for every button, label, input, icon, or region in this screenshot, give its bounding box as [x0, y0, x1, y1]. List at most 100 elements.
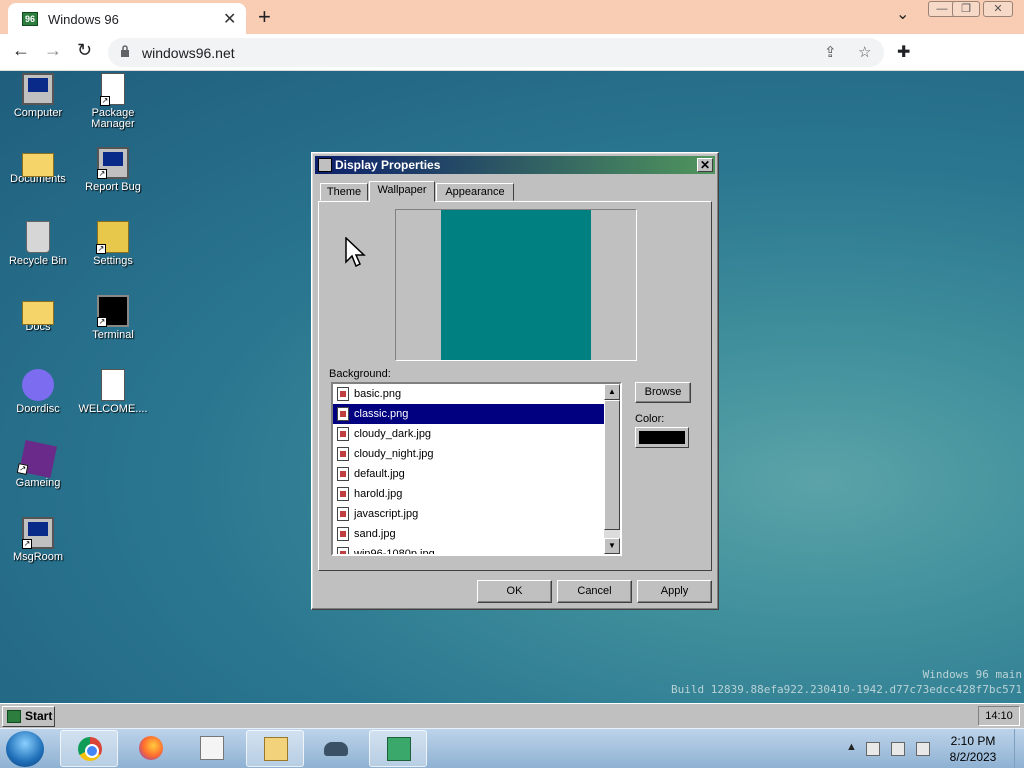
network-icon[interactable]: [891, 742, 905, 756]
tab-theme[interactable]: Theme: [320, 183, 368, 201]
taskbar-car-app[interactable]: [307, 730, 365, 767]
list-item[interactable]: cloudy_dark.jpg: [333, 424, 605, 444]
settings-icon: ↗: [96, 221, 129, 254]
tab-search-chevron-icon[interactable]: ⌄: [896, 4, 909, 24]
taskbar-paint[interactable]: [183, 730, 241, 767]
win96-taskbar: Start 14:10: [0, 703, 1024, 728]
desktop-icon-label: Report Bug: [85, 181, 141, 193]
list-item[interactable]: win96-1080p.jpg: [333, 544, 605, 556]
cancel-button[interactable]: Cancel: [557, 580, 632, 603]
desktop-icon-label: Settings: [93, 255, 133, 267]
image-file-icon: [337, 487, 349, 501]
desktop-icon-docs[interactable]: Docs: [1, 295, 75, 333]
desktop-icon-welcome[interactable]: WELCOME....: [76, 369, 150, 415]
scrollbar-thumb[interactable]: [604, 400, 620, 530]
color-label: Color:: [635, 413, 665, 425]
taskbar-chrome[interactable]: [60, 730, 118, 767]
taskbar-installer[interactable]: [369, 730, 427, 767]
list-item[interactable]: javascript.jpg: [333, 504, 605, 524]
list-item[interactable]: cloudy_night.jpg: [333, 444, 605, 464]
list-scrollbar[interactable]: ▲ ▼: [604, 384, 620, 554]
tab-appearance[interactable]: Appearance: [436, 183, 514, 201]
image-file-icon: [337, 507, 349, 521]
taskbar-firefox[interactable]: [122, 730, 180, 767]
extensions-icon[interactable]: ✚: [897, 42, 910, 62]
browse-button[interactable]: Browse: [635, 382, 691, 403]
window-titlebar[interactable]: Display Properties ✕: [315, 156, 715, 174]
background-file-list[interactable]: basic.png classic.png cloudy_dark.jpg cl…: [331, 382, 622, 556]
list-item-selected[interactable]: classic.png: [333, 404, 605, 424]
build-watermark-line1: Windows 96 main: [922, 668, 1022, 681]
desktop-icon-label: MsgRoom: [12, 551, 64, 563]
desktop-icon-gameing[interactable]: ↗ Gameing: [1, 440, 75, 489]
list-item[interactable]: sand.jpg: [333, 524, 605, 544]
address-bar[interactable]: windows96.net ⇪ ☆: [108, 38, 884, 67]
list-item[interactable]: basic.png: [333, 384, 605, 404]
desktop-icon-report-bug[interactable]: ↗ Report Bug: [76, 147, 150, 193]
desktop-icon-settings[interactable]: ↗ Settings: [76, 221, 150, 267]
image-file-icon: [337, 407, 349, 421]
color-picker-button[interactable]: [635, 427, 689, 448]
apply-button[interactable]: Apply: [637, 580, 712, 603]
taskbar-file-explorer[interactable]: [246, 730, 304, 767]
build-watermark-line2: Build 12839.88efa922.230410-1942.d77c73e…: [671, 683, 1022, 696]
tab-close-icon[interactable]: ✕: [223, 9, 236, 29]
scroll-up-arrow-icon[interactable]: ▲: [604, 384, 620, 400]
image-file-icon: [337, 527, 349, 541]
tab-title: Windows 96: [48, 12, 119, 27]
action-center-icon[interactable]: [866, 742, 880, 756]
scroll-down-arrow-icon[interactable]: ▼: [604, 538, 620, 554]
tab-wallpaper[interactable]: Wallpaper: [369, 181, 435, 202]
car-icon: [324, 742, 348, 756]
show-desktop-button[interactable]: [1014, 729, 1024, 768]
desktop-icon-label: Terminal: [92, 329, 134, 341]
desktop-icon-recycle-bin[interactable]: Recycle Bin: [1, 221, 75, 267]
image-file-icon: [337, 427, 349, 441]
desktop-icon-msgroom[interactable]: ↗ MsgRoom: [1, 517, 75, 563]
desktop-icon-documents[interactable]: Documents: [1, 147, 75, 185]
msgroom-icon: ↗: [22, 517, 54, 549]
bookmark-star-icon[interactable]: ☆: [858, 43, 871, 61]
close-icon[interactable]: ✕: [697, 158, 713, 172]
reload-icon[interactable]: ↻: [77, 40, 92, 61]
windows96-logo-icon: [7, 710, 21, 723]
list-item[interactable]: default.jpg: [333, 464, 605, 484]
start-label: Start: [25, 709, 53, 723]
url-text[interactable]: windows96.net: [142, 45, 235, 61]
volume-muted-icon[interactable]: [916, 742, 930, 756]
desktop-icon-package-manager[interactable]: ↗ Package Manager: [76, 73, 150, 130]
terminal-icon: ↗: [97, 295, 129, 327]
windows96-favicon-icon: 96: [22, 12, 38, 26]
desktop-icon-label: Computer: [13, 107, 63, 119]
desktop-icon-label: Package Manager: [91, 107, 135, 130]
desktop-icon-computer[interactable]: Computer: [1, 73, 75, 119]
forward-icon[interactable]: →: [44, 40, 62, 61]
new-tab-icon[interactable]: +: [258, 4, 271, 30]
browser-tab[interactable]: 96 Windows 96 ✕: [8, 3, 246, 34]
system-clock[interactable]: 2:10 PM 8/2/2023: [935, 733, 1011, 765]
window-restore-button[interactable]: ❐: [952, 1, 980, 17]
display-properties-icon: [318, 158, 332, 172]
image-file-icon: [337, 467, 349, 481]
image-file-icon: [337, 447, 349, 461]
share-icon[interactable]: ⇪: [824, 43, 837, 61]
report-bug-icon: ↗: [97, 147, 129, 179]
window-close-button[interactable]: ✕: [983, 1, 1013, 17]
list-item[interactable]: harold.jpg: [333, 484, 605, 504]
file-name: win96-1080p.jpg: [354, 548, 435, 556]
game-cube-icon: ↗: [16, 440, 57, 478]
file-name: default.jpg: [354, 468, 405, 480]
discord-icon: [22, 369, 54, 401]
paint-icon: [200, 736, 224, 760]
back-icon[interactable]: ←: [12, 40, 30, 61]
show-hidden-icons-icon[interactable]: ▲: [846, 741, 857, 753]
recycle-bin-icon: [26, 221, 50, 253]
ok-button[interactable]: OK: [477, 580, 552, 603]
browser-toolbar: ← → ↻ windows96.net ⇪ ☆ ✚ ● ⋮: [0, 34, 1024, 97]
desktop-icon-doordisc[interactable]: Doordisc: [1, 369, 75, 415]
windows-start-orb-icon[interactable]: [6, 731, 44, 767]
file-name: cloudy_dark.jpg: [354, 428, 432, 440]
desktop-icon-terminal[interactable]: ↗ Terminal: [76, 295, 150, 341]
start-button[interactable]: Start: [2, 706, 55, 727]
image-file-icon: [337, 547, 349, 554]
